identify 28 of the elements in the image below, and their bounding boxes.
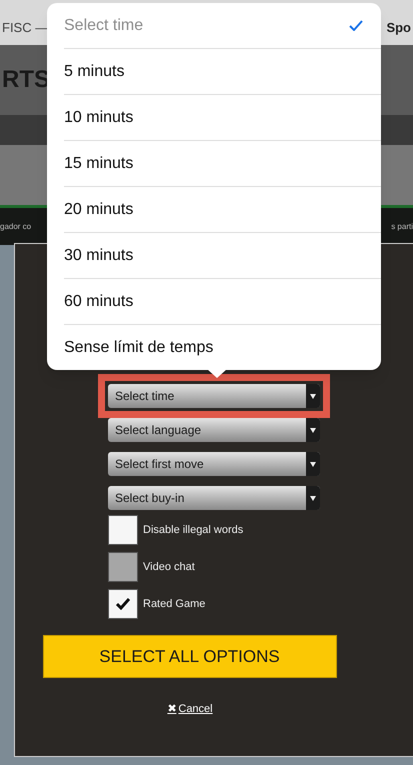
picker-option[interactable]: 30 minuts: [64, 233, 381, 279]
site-logo: RTS: [2, 65, 50, 95]
select-all-options-button[interactable]: SELECT ALL OPTIONS: [42, 635, 336, 678]
picker-option[interactable]: 10 minuts: [64, 95, 381, 141]
select-dropdown[interactable]: Select first move: [108, 452, 320, 476]
cancel-link[interactable]: ✖ Cancel: [167, 701, 213, 718]
caret-icon: [310, 496, 316, 500]
picker-option[interactable]: Sense límit de temps: [64, 325, 381, 371]
caret-icon: [310, 394, 316, 398]
picker-option[interactable]: 5 minuts: [64, 49, 381, 95]
checkbox-label: Video chat: [143, 560, 195, 575]
checkmark-icon: [349, 20, 363, 31]
checkbox[interactable]: [108, 589, 138, 619]
caret-icon: [310, 462, 316, 466]
checkmark-icon: [116, 598, 130, 610]
picker-option[interactable]: 60 minuts: [64, 279, 381, 325]
select-dropdown[interactable]: Select language: [108, 418, 320, 442]
select-dropdown[interactable]: Select time: [108, 384, 320, 408]
checkbox[interactable]: [108, 515, 138, 545]
picker-option[interactable]: 15 minuts: [64, 141, 381, 187]
tab-title[interactable]: Spo: [386, 18, 411, 38]
select-dropdown[interactable]: Select buy-in: [108, 486, 320, 510]
caret-icon: [310, 428, 316, 432]
band-text: s parti: [391, 220, 413, 232]
picker-option[interactable]: 20 minuts: [64, 187, 381, 233]
band-text: gador co: [0, 220, 32, 232]
checkbox-label: Rated Game: [143, 596, 206, 612]
checkbox-label: Disable illegal words: [143, 522, 244, 538]
